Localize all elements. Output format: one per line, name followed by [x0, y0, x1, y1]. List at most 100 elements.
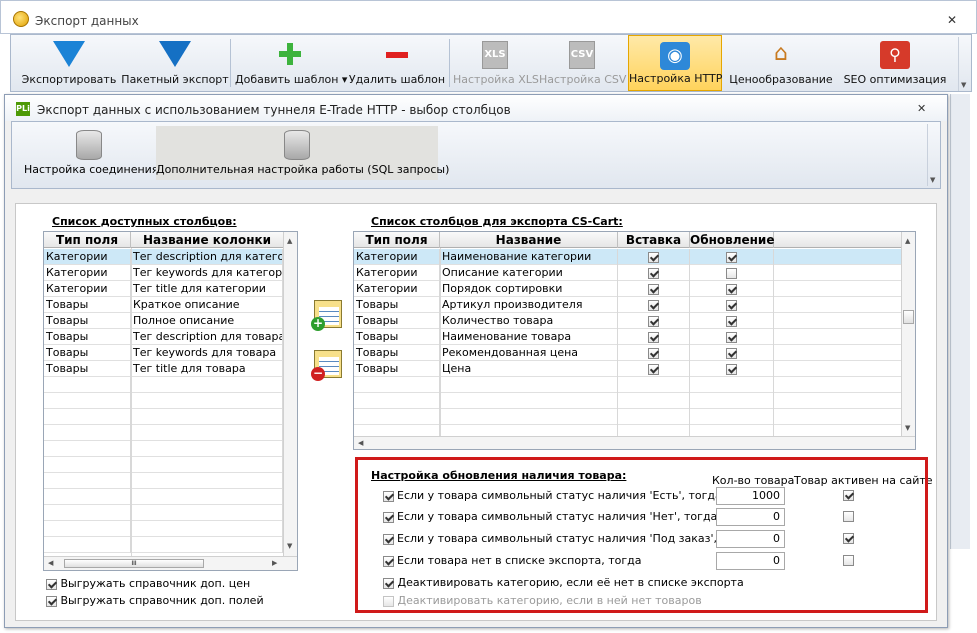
update-checkbox[interactable]	[726, 283, 737, 295]
seo-button[interactable]: ⚲ SEO оптимизация	[841, 35, 949, 91]
update-cell[interactable]	[690, 281, 774, 297]
insert-cell[interactable]	[618, 329, 690, 345]
available-table-row[interactable]: Товары Тег keywords для товара	[44, 345, 283, 361]
export-table-row[interactable]: Товары Рекомендованная цена	[354, 345, 901, 361]
update-cell[interactable]	[690, 249, 774, 265]
available-table-row[interactable]: КатегорииТег description для категории	[44, 249, 283, 265]
update-checkbox[interactable]	[726, 299, 737, 311]
export-prices-option[interactable]: Выгружать справочник доп. цен	[46, 577, 250, 590]
window-close-icon[interactable]: ✕	[947, 13, 957, 27]
pricing-button[interactable]: ⌂ Ценообразование	[725, 35, 837, 91]
insert-checkbox[interactable]	[648, 363, 659, 375]
export-table-row[interactable]: Товары Артикул производителя	[354, 297, 901, 313]
available-table-row[interactable]	[44, 489, 283, 505]
toolbar-scroll[interactable]: ▼	[958, 37, 970, 91]
available-table-row[interactable]	[44, 505, 283, 521]
header-update[interactable]: Обновление	[690, 232, 774, 248]
export-table-row[interactable]: Товары Наименование товара	[354, 329, 901, 345]
available-table-row[interactable]	[44, 393, 283, 409]
http-settings-button[interactable]: ◉ Настройка HTTP	[628, 35, 722, 91]
update-cell[interactable]	[690, 297, 774, 313]
insert-cell[interactable]	[618, 377, 690, 393]
available-table-row[interactable]: Категории Тег title для категории	[44, 281, 283, 297]
csv-settings-button[interactable]: CSV Настройка CSV	[539, 35, 626, 91]
add-column-button[interactable]: +	[311, 300, 342, 331]
header-name[interactable]: Название	[440, 232, 618, 248]
update-checkbox[interactable]	[726, 315, 737, 327]
update-cell[interactable]	[690, 329, 774, 345]
hscroll-thumb[interactable]: III	[64, 559, 204, 568]
available-table-row[interactable]	[44, 425, 283, 441]
available-table-row[interactable]: Товары Краткое описание	[44, 297, 283, 313]
update-cell[interactable]	[690, 345, 774, 361]
insert-cell[interactable]	[618, 393, 690, 409]
export-table-row[interactable]: Категории Порядок сортировки	[354, 281, 901, 297]
add-template-button[interactable]: Добавить шаблон ▾	[235, 35, 347, 91]
insert-cell[interactable]	[618, 345, 690, 361]
available-table-row[interactable]	[44, 521, 283, 537]
insert-checkbox[interactable]	[648, 251, 659, 263]
update-cell[interactable]	[690, 313, 774, 329]
update-checkbox[interactable]	[726, 251, 737, 263]
available-table-row[interactable]: Товары Тег description для товара	[44, 329, 283, 345]
insert-checkbox[interactable]	[648, 347, 659, 359]
available-vertical-scrollbar[interactable]: ▲ ▼	[283, 232, 297, 556]
update-cell[interactable]	[690, 393, 774, 409]
export-table-row[interactable]: Товары Количество товара	[354, 313, 901, 329]
available-table-row[interactable]: Категории Тег keywords для категории	[44, 265, 283, 281]
available-table-row[interactable]	[44, 377, 283, 393]
update-cell[interactable]	[690, 265, 774, 281]
insert-checkbox[interactable]	[648, 331, 659, 343]
insert-cell[interactable]	[618, 313, 690, 329]
export-horizontal-scrollbar[interactable]: ◀	[354, 436, 915, 449]
update-checkbox[interactable]	[726, 331, 737, 343]
insert-checkbox[interactable]	[648, 267, 659, 279]
export-fields-checkbox[interactable]	[46, 595, 57, 607]
available-table-row[interactable]	[44, 473, 283, 489]
export-table-row[interactable]	[354, 377, 901, 393]
export-vertical-scrollbar[interactable]: ▲ ▼	[901, 232, 915, 436]
export-prices-checkbox[interactable]	[46, 578, 57, 590]
insert-cell[interactable]	[618, 361, 690, 377]
update-checkbox[interactable]	[726, 267, 737, 279]
remove-column-button[interactable]: −	[311, 350, 342, 381]
update-cell[interactable]	[690, 361, 774, 377]
export-table-row[interactable]	[354, 409, 901, 425]
export-table-row[interactable]	[354, 393, 901, 409]
dialog-close-icon[interactable]: ✕	[917, 102, 926, 115]
header-column-name[interactable]: Название колонки	[131, 232, 284, 248]
xls-settings-button[interactable]: XLS Настройка XLS	[453, 35, 539, 91]
insert-checkbox[interactable]	[648, 315, 659, 327]
export-button[interactable]: Экспортировать	[15, 35, 123, 91]
available-table-row[interactable]	[44, 457, 283, 473]
insert-cell[interactable]	[618, 249, 690, 265]
insert-cell[interactable]	[618, 409, 690, 425]
update-checkbox[interactable]	[726, 363, 737, 375]
available-table-row[interactable]	[44, 409, 283, 425]
header-field-type[interactable]: Тип поля	[354, 232, 440, 248]
available-horizontal-scrollbar[interactable]: ◀ III ▶	[44, 556, 297, 570]
update-cell[interactable]	[690, 377, 774, 393]
available-table-row[interactable]: Товары Полное описание	[44, 313, 283, 329]
export-fields-option[interactable]: Выгружать справочник доп. полей	[46, 594, 264, 607]
insert-cell[interactable]	[618, 265, 690, 281]
available-table-row[interactable]	[44, 441, 283, 457]
vscroll-thumb[interactable]	[903, 310, 914, 324]
header-field-type[interactable]: Тип поля	[44, 232, 131, 248]
insert-cell[interactable]	[618, 297, 690, 313]
insert-checkbox[interactable]	[648, 283, 659, 295]
update-cell[interactable]	[690, 409, 774, 425]
batch-export-button[interactable]: Пакетный экспорт	[121, 35, 229, 91]
export-table-row[interactable]: Товары Цена	[354, 361, 901, 377]
export-table-row[interactable]: Категории Описание категории	[354, 265, 901, 281]
delete-template-button[interactable]: Удалить шаблон	[347, 35, 447, 91]
insert-cell[interactable]	[618, 281, 690, 297]
sql-settings-button[interactable]: Дополнительная настройка работы (SQL зап…	[156, 126, 449, 180]
header-insert[interactable]: Вставка	[618, 232, 690, 248]
dialog-toolbar-scroll[interactable]: ▼	[927, 124, 939, 186]
update-checkbox[interactable]	[726, 347, 737, 359]
connection-settings-button[interactable]: Настройка соединения	[24, 126, 158, 180]
available-table-row[interactable]: Товары Тег title для товара	[44, 361, 283, 377]
available-table-row[interactable]	[44, 537, 283, 553]
insert-checkbox[interactable]	[648, 299, 659, 311]
